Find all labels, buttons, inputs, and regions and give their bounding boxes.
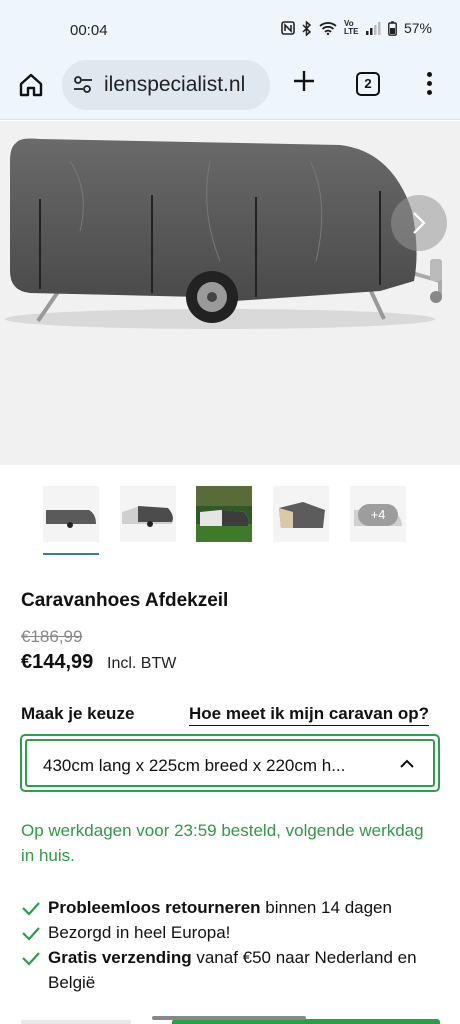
- home-icon: [19, 73, 43, 97]
- product-image[interactable]: [0, 121, 460, 465]
- bluetooth-icon: [302, 20, 312, 36]
- bottom-edge: [0, 1016, 460, 1024]
- check-icon: [22, 902, 40, 916]
- usp-bold: Probleemloos retourneren: [48, 898, 261, 917]
- usp-item: Bezorgd in heel Europa!: [21, 920, 441, 945]
- caravan-thumb-image: [196, 486, 252, 542]
- chevron-right-icon: [413, 212, 426, 234]
- thumbnail-strip: +4: [0, 480, 460, 556]
- thumbnail-3[interactable]: [196, 486, 252, 542]
- size-select-value[interactable]: 430cm lang x 225cm breed x 220cm h...: [43, 756, 345, 776]
- status-icons: Vo LTE 57%: [281, 20, 432, 36]
- more-vert-icon[interactable]: [420, 70, 438, 98]
- quantity-field-edge[interactable]: [21, 1020, 131, 1024]
- site-settings-icon[interactable]: [72, 75, 94, 95]
- thumbnail-2[interactable]: [120, 486, 176, 542]
- check-icon: [22, 927, 40, 941]
- size-select-inner[interactable]: 430cm lang x 225cm breed x 220cm h...: [25, 739, 435, 787]
- usp-text: binnen 14 dagen: [260, 898, 392, 917]
- battery-level: 57%: [403, 20, 432, 36]
- thumbnail-more[interactable]: +4: [350, 486, 406, 542]
- size-select[interactable]: 430cm lang x 225cm breed x 220cm h...: [20, 734, 440, 792]
- current-price: €144,99: [21, 651, 94, 673]
- new-tab-icon: [294, 71, 314, 91]
- chevron-up-icon[interactable]: [399, 758, 415, 770]
- wifi-icon: [319, 22, 337, 35]
- usp-text: Bezorgd in heel Europa!: [48, 923, 231, 942]
- browser-toolbar: ilenspecialist.nl 2: [0, 56, 460, 120]
- thumbnail-4[interactable]: [273, 486, 329, 542]
- active-thumbnail-indicator: [43, 553, 99, 555]
- more-images-badge[interactable]: +4: [358, 504, 398, 526]
- delivery-note: Op werkdagen voor 23:59 besteld, volgend…: [21, 821, 424, 865]
- caravan-cover-image: [5, 138, 442, 329]
- volte-icon: Vo LTE: [343, 19, 359, 36]
- battery-icon: [388, 20, 397, 36]
- status-bar: 00:04 Vo LTE 57%: [0, 0, 460, 56]
- usp-bold: Gratis verzending: [48, 948, 192, 967]
- old-price: €186,99: [21, 627, 83, 646]
- price-note: Incl. BTW: [107, 655, 177, 672]
- gallery-next-button[interactable]: [391, 195, 447, 251]
- check-icon: [22, 952, 40, 966]
- signal-icon: [365, 22, 381, 35]
- measure-guide-link[interactable]: Hoe meet ik mijn caravan op?: [189, 704, 429, 726]
- status-time: 00:04: [70, 22, 108, 39]
- url-text[interactable]: ilenspecialist.nl: [104, 73, 245, 97]
- tab-count: 2: [364, 76, 372, 91]
- option-label: Maak je keuze: [21, 704, 135, 723]
- thumbnail-1[interactable]: [43, 486, 99, 542]
- caravan-thumb-image: [273, 486, 329, 542]
- caravan-thumb-image: [43, 486, 99, 542]
- address-bar[interactable]: ilenspecialist.nl: [62, 60, 270, 110]
- gesture-handle[interactable]: [152, 1016, 306, 1020]
- tabs-button[interactable]: 2: [356, 72, 380, 96]
- nfc-icon: [281, 21, 295, 35]
- home-button[interactable]: [16, 70, 46, 100]
- new-tab-button[interactable]: [290, 68, 318, 96]
- usp-item: Gratis verzending vanaf €50 naar Nederla…: [21, 945, 441, 995]
- usp-item: Probleemloos retourneren binnen 14 dagen: [21, 895, 441, 920]
- product-title: Caravanhoes Afdekzeil: [21, 590, 229, 611]
- caravan-thumb-image: [120, 486, 176, 542]
- usp-list: Probleemloos retourneren binnen 14 dagen…: [21, 895, 441, 995]
